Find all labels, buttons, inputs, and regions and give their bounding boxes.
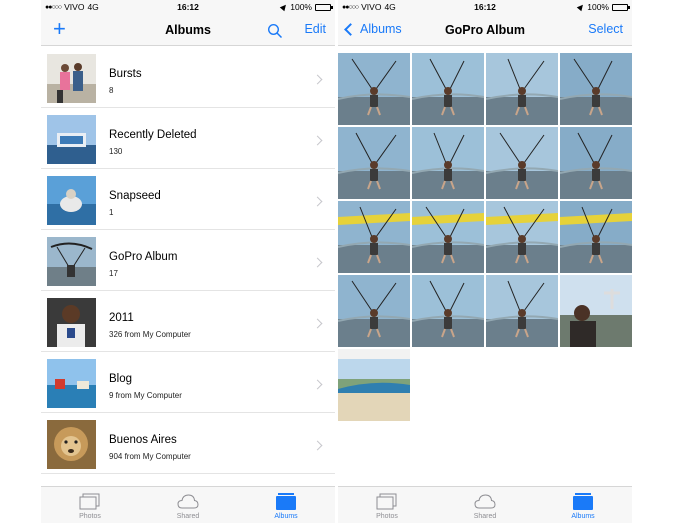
album-count: 17 (109, 269, 118, 278)
tab-label: Shared (176, 513, 200, 520)
chevron-right-icon (312, 135, 323, 146)
albums-screen: ●●○○○ VIVO 4G 16:12 100% + Albums Edit B… (41, 0, 335, 523)
album-count: 904 from My Computer (109, 452, 191, 461)
album-row-2011[interactable]: 2011 326 from My Computer (41, 291, 335, 352)
chevron-right-icon (312, 379, 323, 390)
photos-icon (376, 493, 397, 510)
battery-percent: 100% (290, 2, 312, 12)
photo-grid (338, 53, 632, 421)
album-row-recently-deleted[interactable]: Recently Deleted 130 (41, 108, 335, 169)
photo-thumbnail[interactable] (412, 127, 484, 199)
photo-thumbnail[interactable] (560, 201, 632, 273)
albums-icon (573, 493, 593, 510)
page-title: Albums (165, 23, 211, 37)
battery-icon (612, 3, 630, 11)
photo-thumbnail[interactable] (412, 53, 484, 125)
photo-thumbnail[interactable] (486, 127, 558, 199)
edit-button[interactable]: Edit (304, 22, 326, 36)
cloud-icon (177, 494, 199, 509)
photo-thumbnail[interactable] (486, 53, 558, 125)
photo-thumbnail[interactable] (560, 53, 632, 125)
tab-label: Photos (79, 513, 101, 520)
tab-albums[interactable]: Albums (237, 487, 335, 523)
photo-thumbnail[interactable] (560, 275, 632, 347)
tab-photos[interactable]: Photos (41, 487, 139, 523)
album-thumbnail (47, 420, 96, 469)
photo-thumbnail[interactable] (338, 53, 410, 125)
album-name: Blog (109, 373, 133, 385)
album-row-snapseed[interactable]: Snapseed 1 (41, 169, 335, 230)
album-thumbnail (47, 237, 96, 286)
photo-thumbnail[interactable] (338, 349, 410, 421)
tab-photos[interactable]: Photos (338, 487, 436, 523)
photo-thumbnail[interactable] (412, 201, 484, 273)
album-name: GoPro Album (109, 251, 178, 263)
album-list: Bursts 8 Recently Deleted 130 Snapseed 1… (41, 47, 335, 474)
tab-bar: Photos Shared Albums (41, 486, 335, 523)
cloud-icon (474, 494, 496, 509)
status-bar: ●●○○○ VIVO 4G 16:12 100% (41, 0, 335, 14)
album-row-bursts[interactable]: Bursts 8 (41, 47, 335, 108)
chevron-right-icon (312, 257, 323, 268)
album-thumbnail (47, 359, 96, 408)
status-bar: ●●○○○ VIVO 4G 16:12 100% (338, 0, 632, 14)
chevron-right-icon (312, 196, 323, 207)
tab-shared[interactable]: Shared (139, 487, 237, 523)
album-row-buenos-aires[interactable]: Buenos Aires 904 from My Computer (41, 413, 335, 474)
album-row-blog[interactable]: Blog 9 from My Computer (41, 352, 335, 413)
album-name: 2011 (109, 312, 134, 324)
album-name: Buenos Aires (109, 434, 177, 446)
tab-label: Albums (571, 513, 595, 520)
nav-bar: Albums GoPro Album Select (338, 14, 632, 46)
album-thumbnail (47, 115, 96, 164)
chevron-right-icon (312, 440, 323, 451)
album-thumbnail (47, 298, 96, 347)
tab-shared[interactable]: Shared (436, 487, 534, 523)
album-count: 8 (109, 86, 114, 95)
search-icon[interactable] (267, 23, 283, 39)
photo-thumbnail[interactable] (560, 127, 632, 199)
photo-thumbnail[interactable] (486, 201, 558, 273)
tab-label: Photos (376, 513, 398, 520)
battery-percent: 100% (587, 2, 609, 12)
chevron-right-icon (312, 74, 323, 85)
photo-thumbnail[interactable] (338, 275, 410, 347)
location-icon (280, 2, 289, 12)
tab-bar: Photos Shared Albums (338, 486, 632, 523)
photo-thumbnail[interactable] (412, 275, 484, 347)
photo-thumbnail[interactable] (338, 127, 410, 199)
album-count: 1 (109, 208, 114, 217)
album-count: 130 (109, 147, 123, 156)
album-name: Bursts (109, 68, 142, 80)
chevron-right-icon (312, 318, 323, 329)
album-name: Snapseed (109, 190, 161, 202)
battery-icon (315, 3, 333, 11)
album-count: 9 from My Computer (109, 391, 182, 400)
nav-bar: + Albums Edit (41, 14, 335, 46)
album-count: 326 from My Computer (109, 330, 191, 339)
tab-label: Albums (274, 513, 298, 520)
tab-albums[interactable]: Albums (534, 487, 632, 523)
location-icon (577, 2, 586, 12)
tab-label: Shared (473, 513, 497, 520)
photo-thumbnail[interactable] (338, 201, 410, 273)
albums-icon (276, 493, 296, 510)
photos-icon (79, 493, 100, 510)
album-name: Recently Deleted (109, 129, 197, 141)
album-thumbnail (47, 54, 96, 103)
album-thumbnail (47, 176, 96, 225)
select-button[interactable]: Select (588, 22, 623, 36)
gopro-album-screen: ●●○○○ VIVO 4G 16:12 100% Albums GoPro Al… (338, 0, 632, 523)
photo-thumbnail[interactable] (486, 275, 558, 347)
album-row-gopro-album[interactable]: GoPro Album 17 (41, 230, 335, 291)
